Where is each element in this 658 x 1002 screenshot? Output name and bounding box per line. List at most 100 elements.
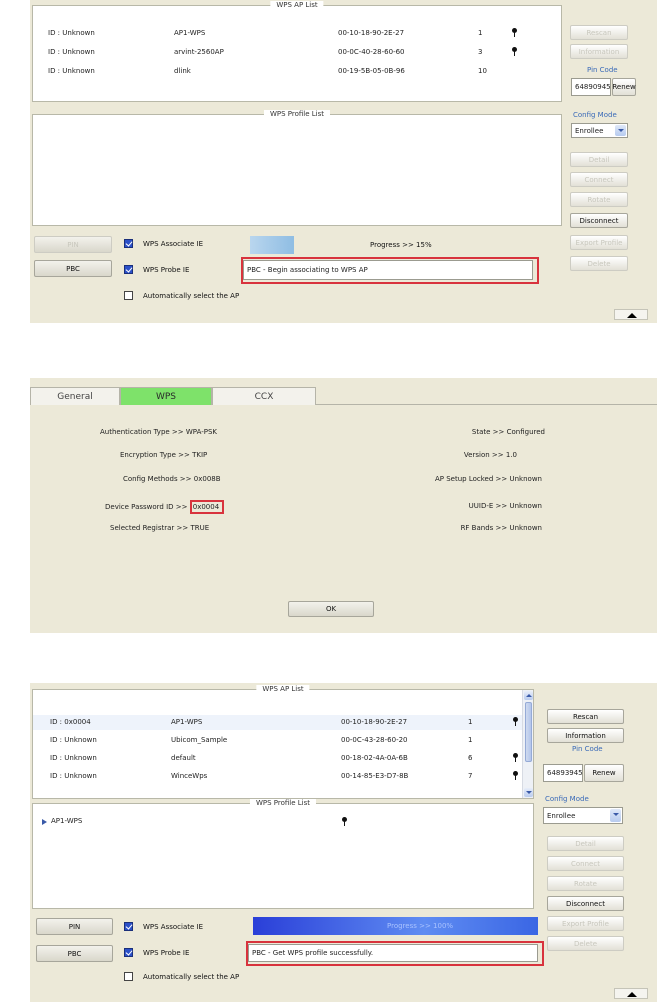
wps-ap-list-title: WPS AP List [270,1,324,9]
arrow-right-icon [42,819,47,825]
wps-detail-panel: General WPS CCX Authentication Type >> W… [30,378,657,633]
field-state: State >> Configured [471,428,545,436]
detail-button[interactable]: Detail [570,152,628,167]
ap-list-row[interactable]: ID : Unknown AP1-WPS 00-10-18-90-2E-27 1 [33,26,561,41]
progress-fill [250,236,294,254]
connect-button[interactable]: Connect [570,172,628,187]
probe-ie-checkbox[interactable] [124,265,133,274]
profile-name: AP1-WPS [51,817,83,825]
ap-id: ID : Unknown [48,67,95,75]
export-profile-button[interactable]: Export Profile [570,235,628,250]
ap-list-row[interactable]: ID : 0x0004 AP1-WPS 00-10-18-90-2E-27 1 [33,715,522,730]
config-mode-value: Enrollee [547,811,576,820]
tab-general[interactable]: General [30,387,120,405]
lock-icon [513,717,518,726]
ap-id: ID : Unknown [50,736,97,744]
chevron-down-icon[interactable] [615,125,626,136]
auto-select-label: Automatically select the AP [143,292,240,300]
rescan-button[interactable]: Rescan [547,709,624,724]
auto-select-checkbox[interactable] [124,291,133,300]
ap-bssid: 00-14-85-E3-D7-8B [341,772,409,780]
rescan-button[interactable]: Rescan [570,25,628,40]
renew-button[interactable]: Renew [612,78,636,96]
ap-list-row[interactable]: ID : Unknown WinceWps 00-14-85-E3-D7-8B … [33,769,522,784]
field-ap-setup-locked: AP Setup Locked >> Unknown [435,475,542,483]
pin-button[interactable]: PIN [34,236,112,253]
information-button[interactable]: Information [570,44,628,59]
wps-ap-list[interactable]: WPS AP List ID : 0x0004 AP1-WPS 00-10-18… [32,685,534,799]
ap-channel: 3 [478,48,483,56]
delete-button[interactable]: Delete [547,936,624,951]
ok-button[interactable]: OK [288,601,374,617]
tab-ccx[interactable]: CCX [212,387,316,405]
wps-panel-success: WPS AP List ID : 0x0004 AP1-WPS 00-10-18… [30,683,657,1002]
ap-channel: 10 [478,67,487,75]
delete-button[interactable]: Delete [570,256,628,271]
progress-text: Progress >> 100% [387,922,454,930]
associate-ie-label: WPS Associate IE [143,923,204,931]
wps-profile-list[interactable]: WPS Profile List AP1-WPS [32,799,534,909]
ap-id: ID : Unknown [50,754,97,762]
renew-button[interactable]: Renew [584,764,624,782]
ap-list-row[interactable]: ID : Unknown dlink 00-19-5B-05-0B-96 10 [33,64,561,79]
ap-list-row[interactable]: ID : Unknown arvint-2560AP 00-0C-40-28-6… [33,45,561,60]
ap-list-row[interactable]: ID : Unknown default 00-18-02-4A-0A-6B 6 [33,751,522,766]
ap-id: ID : Unknown [50,772,97,780]
detail-button[interactable]: Detail [547,836,624,851]
rotate-button[interactable]: Rotate [570,192,628,207]
pbc-button[interactable]: PBC [36,945,113,962]
pin-code-field[interactable]: 64890945 [571,78,611,96]
config-mode-label: Config Mode [545,795,589,803]
ap-ssid: WinceWps [171,772,208,780]
config-mode-select[interactable]: Enrollee [543,807,623,824]
config-mode-select[interactable]: Enrollee [571,123,628,138]
scroll-down-icon[interactable] [524,788,533,797]
wps-ap-list[interactable]: WPS AP List ID : Unknown AP1-WPS 00-10-1… [32,1,562,102]
field-device-password-id: Device Password ID >> 0x0004 [105,500,225,514]
collapse-arrow-icon[interactable] [614,309,648,320]
highlight-box: 0x0004 [189,500,225,514]
field-encryption-type: Encryption Type >> TKIP [120,451,208,459]
lock-icon [512,47,517,56]
ap-ssid: arvint-2560AP [174,48,224,56]
pin-code-field[interactable]: 64893945 [543,764,583,782]
associate-ie-label: WPS Associate IE [143,240,204,248]
chevron-down-icon[interactable] [610,809,621,822]
probe-ie-checkbox[interactable] [124,948,133,957]
pin-code-label: Pin Code [587,66,618,74]
ap-id: ID : Unknown [48,48,95,56]
pin-button[interactable]: PIN [36,918,113,935]
pbc-button[interactable]: PBC [34,260,112,277]
disconnect-button[interactable]: Disconnect [570,213,628,228]
connect-button[interactable]: Connect [547,856,624,871]
ap-bssid: 00-19-5B-05-0B-96 [338,67,405,75]
profile-list-item[interactable]: AP1-WPS [33,814,533,829]
disconnect-button[interactable]: Disconnect [547,896,624,911]
field-config-methods: Config Methods >> 0x008B [123,475,221,483]
ap-id: ID : Unknown [48,29,95,37]
wps-profile-list[interactable]: WPS Profile List [32,110,562,226]
ap-ssid: dlink [174,67,191,75]
ap-ssid: AP1-WPS [171,718,203,726]
associate-ie-checkbox[interactable] [124,239,133,248]
scroll-up-icon[interactable] [524,691,533,700]
config-mode-label: Config Mode [573,111,617,119]
probe-ie-label: WPS Probe IE [143,949,190,957]
tab-wps[interactable]: WPS [120,387,212,405]
collapse-arrow-icon[interactable] [614,988,648,999]
field-selected-registrar: Selected Registrar >> TRUE [110,524,210,532]
information-button[interactable]: Information [547,728,624,743]
rotate-button[interactable]: Rotate [547,876,624,891]
associate-ie-checkbox[interactable] [124,922,133,931]
auto-select-checkbox[interactable] [124,972,133,981]
ap-list-row[interactable]: ID : Unknown Ubicom_Sample 00-0C-43-28-6… [33,733,522,748]
ap-list-scrollbar[interactable] [522,690,533,798]
ap-channel: 1 [468,718,473,726]
config-mode-value: Enrollee [575,126,604,135]
field-uuid-e: UUID-E >> Unknown [468,502,542,510]
wps-ap-list-title: WPS AP List [256,685,310,693]
lock-icon [342,817,347,826]
ap-bssid: 00-0C-43-28-60-20 [341,736,408,744]
export-profile-button[interactable]: Export Profile [547,916,624,931]
scroll-thumb[interactable] [525,702,532,762]
